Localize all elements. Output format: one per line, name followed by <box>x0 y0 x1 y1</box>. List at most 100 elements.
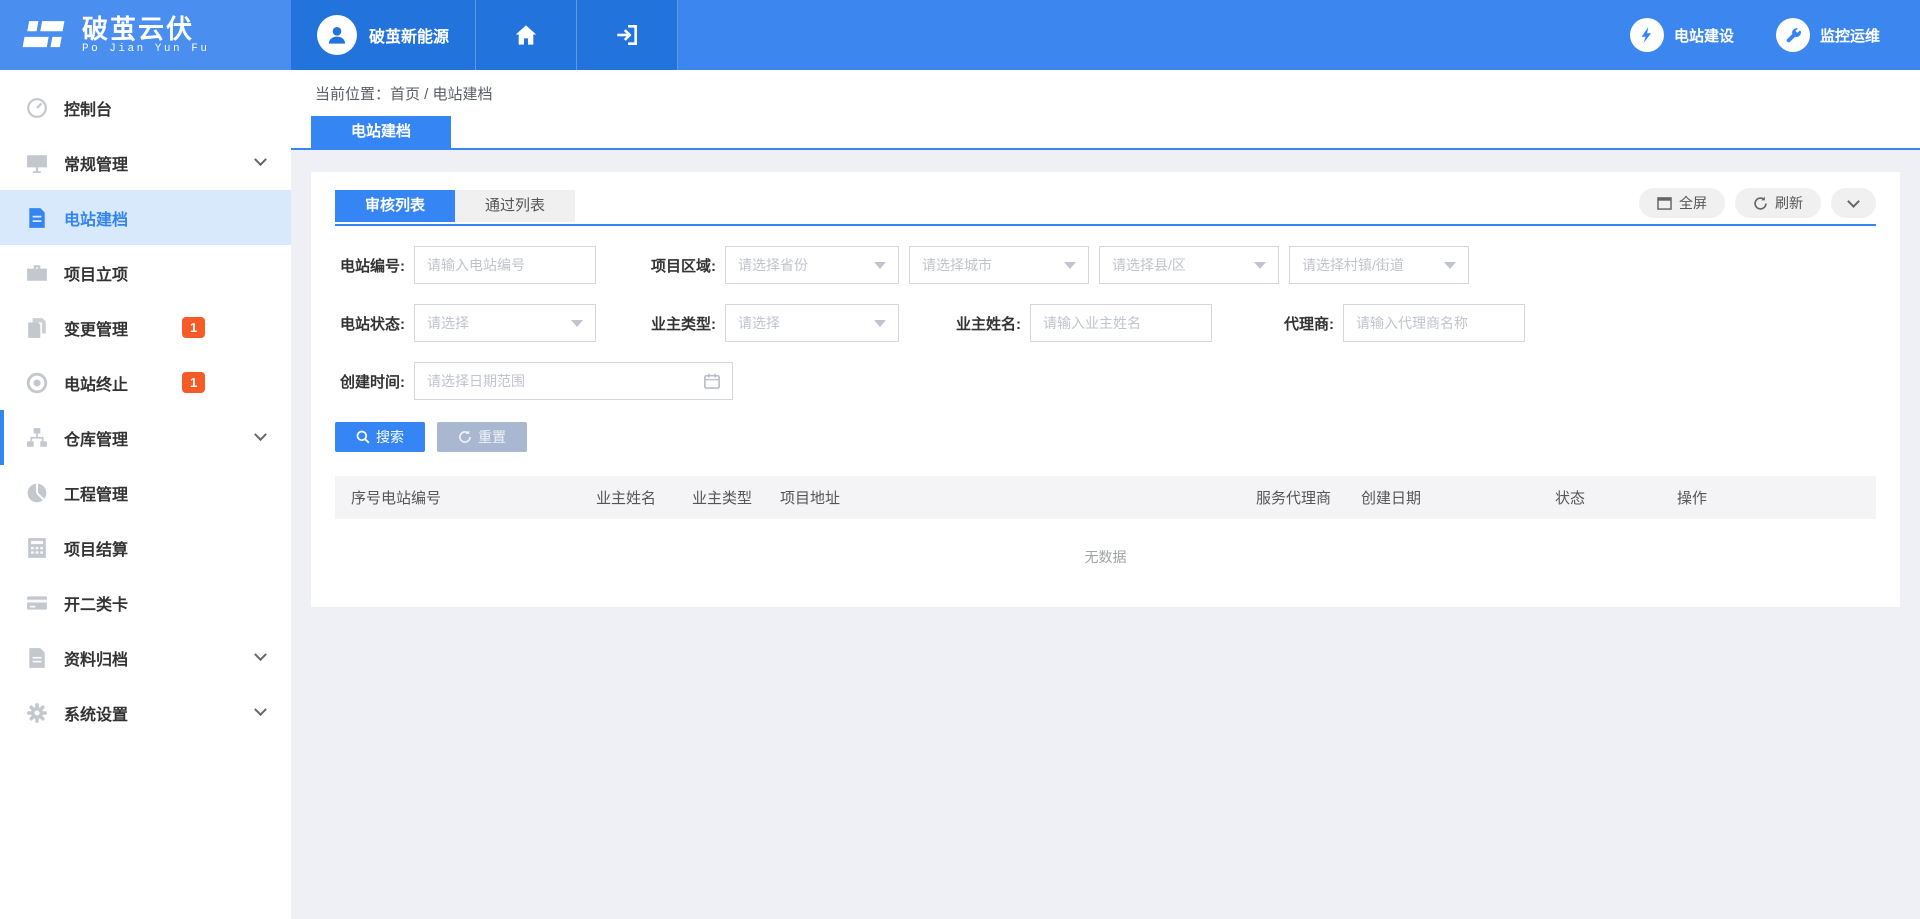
notification-badge: 1 <box>182 317 205 338</box>
user-menu[interactable]: 破茧新能源 <box>291 0 476 70</box>
agent-label: 代理商: <box>1264 313 1334 334</box>
sidebar-item-station-archive[interactable]: 电站建档 <box>0 190 291 245</box>
province-select[interactable]: 请选择省份 <box>725 246 899 284</box>
caret-down-icon <box>571 320 583 327</box>
page-tab-station-archive[interactable]: 电站建档 <box>311 116 451 148</box>
lightning-icon <box>1630 18 1664 52</box>
search-icon <box>356 430 370 444</box>
refresh-icon <box>1753 196 1768 211</box>
region-label: 项目区域: <box>646 255 716 276</box>
chevron-down-icon <box>254 703 267 716</box>
empty-state: 无数据 <box>335 519 1876 579</box>
chevron-down-icon <box>254 428 267 441</box>
sidebar: 控制台 常规管理 电站建档 项目立项 变更管理 <box>0 70 291 919</box>
brand-subtitle: Po Jian Yun Fu <box>82 43 209 55</box>
caret-down-icon <box>874 320 886 327</box>
table-header-row: 序号 电站编号 业主姓名 业主类型 项目地址 服务代理商 创建日期 状态 操作 <box>335 476 1876 519</box>
header-spacer <box>678 0 1630 70</box>
col-station-no: 电站编号 <box>381 487 596 508</box>
create-time-label: 创建时间: <box>335 371 405 392</box>
wrench-icon <box>1776 18 1810 52</box>
sidebar-item-general-mgmt[interactable]: 常规管理 <box>0 135 291 190</box>
station-status-label: 电站状态: <box>335 313 405 334</box>
card-icon <box>26 592 48 614</box>
gear-icon <box>26 702 48 724</box>
station-no-input[interactable] <box>414 246 596 284</box>
fullscreen-icon <box>1657 197 1672 210</box>
col-operation: 操作 <box>1677 487 1876 508</box>
pie-chart-icon <box>26 482 48 504</box>
target-icon <box>26 372 48 394</box>
sidebar-scrollbar[interactable] <box>0 410 4 465</box>
caret-down-icon <box>874 262 886 269</box>
results-table: 序号 电站编号 业主姓名 业主类型 项目地址 服务代理商 创建日期 状态 操作 … <box>335 476 1876 579</box>
agent-input[interactable] <box>1343 304 1525 342</box>
main-content: 当前位置： 首页 / 电站建档 电站建档 审核列表 通过列表 全屏 <box>291 70 1920 919</box>
calendar-icon <box>704 373 720 389</box>
city-select[interactable]: 请选择城市 <box>909 246 1089 284</box>
col-owner-name: 业主姓名 <box>596 487 692 508</box>
copy-icon <box>26 317 48 339</box>
breadcrumb-path[interactable]: 首页 / 电站建档 <box>390 83 493 104</box>
nav-label: 电站建设 <box>1674 25 1734 46</box>
monitor-icon <box>26 152 48 174</box>
briefcase-icon <box>26 262 48 284</box>
page-tab-bar: 电站建档 <box>291 116 1920 150</box>
document-icon <box>26 207 48 229</box>
sidebar-item-warehouse-mgmt[interactable]: 仓库管理 <box>0 410 291 465</box>
col-project-address: 项目地址 <box>780 487 1256 508</box>
date-range-input[interactable]: 请选择日期范围 <box>414 362 733 400</box>
station-status-select[interactable]: 请选择 <box>414 304 596 342</box>
sidebar-item-project-initiation[interactable]: 项目立项 <box>0 245 291 300</box>
tab-passed-list[interactable]: 通过列表 <box>455 190 575 222</box>
caret-down-icon <box>1064 262 1076 269</box>
sidebar-item-type2-card[interactable]: 开二类卡 <box>0 575 291 630</box>
reset-icon <box>458 430 472 444</box>
notification-badge: 1 <box>182 372 205 393</box>
nav-station-construction[interactable]: 电站建设 <box>1630 18 1734 52</box>
sidebar-item-engineering-mgmt[interactable]: 工程管理 <box>0 465 291 520</box>
brand-logo-icon <box>18 16 70 54</box>
chevron-down-icon <box>1847 195 1860 208</box>
chevron-down-icon <box>254 648 267 661</box>
breadcrumb: 当前位置： 首页 / 电站建档 <box>291 70 1920 116</box>
fullscreen-button[interactable]: 全屏 <box>1639 188 1725 218</box>
refresh-button[interactable]: 刷新 <box>1735 188 1821 218</box>
collapse-button[interactable] <box>1831 188 1876 218</box>
company-name: 破茧新能源 <box>369 23 449 47</box>
signin-icon <box>614 22 640 48</box>
signin-button[interactable] <box>577 0 678 70</box>
top-header: 破茧云伏 Po Jian Yun Fu 破茧新能源 <box>0 0 1920 70</box>
owner-type-select[interactable]: 请选择 <box>725 304 899 342</box>
sidebar-item-console[interactable]: 控制台 <box>0 80 291 135</box>
sidebar-item-change-mgmt[interactable]: 变更管理 1 <box>0 300 291 355</box>
file-icon <box>26 647 48 669</box>
sidebar-item-project-settlement[interactable]: 项目结算 <box>0 520 291 575</box>
tab-review-list[interactable]: 审核列表 <box>335 190 455 222</box>
sidebar-item-data-archive[interactable]: 资料归档 <box>0 630 291 685</box>
panel-tabs: 审核列表 通过列表 全屏 刷新 <box>335 188 1876 226</box>
sidebar-item-system-settings[interactable]: 系统设置 <box>0 685 291 740</box>
search-button[interactable]: 搜索 <box>335 422 425 452</box>
owner-name-label: 业主姓名: <box>951 313 1021 334</box>
brand-name: 破茧云伏 <box>82 15 209 43</box>
col-create-date: 创建日期 <box>1361 487 1555 508</box>
county-select[interactable]: 请选择县/区 <box>1099 246 1279 284</box>
avatar <box>317 15 357 55</box>
sidebar-item-station-termination[interactable]: 电站终止 1 <box>0 355 291 410</box>
nav-label: 监控运维 <box>1820 25 1880 46</box>
home-button[interactable] <box>476 0 577 70</box>
station-no-label: 电站编号: <box>335 255 405 276</box>
caret-down-icon <box>1254 262 1266 269</box>
home-icon <box>514 23 538 47</box>
list-panel: 审核列表 通过列表 全屏 刷新 <box>311 172 1900 607</box>
calculator-icon <box>26 537 48 559</box>
caret-down-icon <box>1444 262 1456 269</box>
col-status: 状态 <box>1555 487 1677 508</box>
reset-button[interactable]: 重置 <box>437 422 527 452</box>
town-select[interactable]: 请选择村镇/街道 <box>1289 246 1469 284</box>
owner-name-input[interactable] <box>1030 304 1212 342</box>
col-service-agent: 服务代理商 <box>1256 487 1361 508</box>
nav-monitor-ops[interactable]: 监控运维 <box>1776 18 1880 52</box>
dashboard-icon <box>26 97 48 119</box>
